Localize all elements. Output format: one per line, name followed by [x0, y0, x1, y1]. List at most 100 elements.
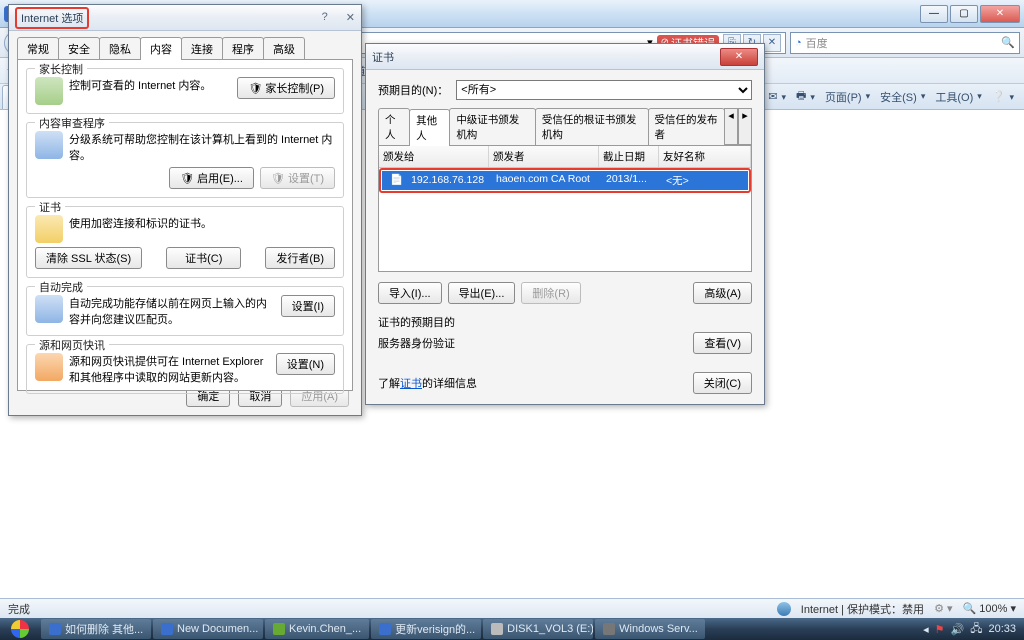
clear-ssl-button[interactable]: 清除 SSL 状态(S) — [35, 247, 142, 269]
cell-expiry: 2013/1... — [602, 173, 662, 188]
parental-control-button[interactable]: 🛡 家长控制(P) — [237, 77, 335, 99]
options-panel: 家长控制 控制可查看的 Internet 内容。 🛡 家长控制(P) 内容审查程… — [17, 59, 353, 391]
help-icon[interactable]: ? — [322, 11, 328, 24]
task-item[interactable]: 如何删除 其他... — [41, 619, 151, 639]
feeds-settings-button[interactable]: 设置(N) — [276, 353, 335, 375]
parental-icon — [35, 77, 63, 105]
search-icon[interactable]: 🔍 — [1001, 36, 1015, 49]
cert-tab-others[interactable]: 其他人 — [409, 109, 450, 146]
view-button[interactable]: 查看(V) — [693, 332, 752, 354]
delete-button[interactable]: 删除(R) — [521, 282, 580, 304]
col-friendly[interactable]: 友好名称 — [659, 146, 751, 167]
maximize-button[interactable]: ▢ — [950, 5, 978, 23]
task-label: 如何删除 其他... — [65, 621, 143, 637]
task-item[interactable]: 更新verisign的... — [371, 619, 481, 639]
col-issued-by[interactable]: 颁发者 — [489, 146, 599, 167]
tab-scroll-left[interactable]: ◂ — [724, 108, 738, 145]
globe-icon — [777, 602, 791, 616]
cert-tab-trusted-pub[interactable]: 受信任的发布者 — [648, 108, 725, 145]
group-parental: 家长控制 控制可查看的 Internet 内容。 🛡 家长控制(P) — [26, 68, 344, 114]
learn-cert-link[interactable]: 证书 — [400, 375, 422, 391]
intent-value: 服务器身份验证 — [378, 335, 455, 351]
group-feeds: 源和网页快讯 源和网页快讯提供可在 Internet Explorer 和其他程… — [26, 344, 344, 394]
tab-programs[interactable]: 程序 — [222, 37, 264, 60]
purpose-label: 预期目的(N)： — [378, 82, 448, 98]
group-title: 家长控制 — [35, 61, 87, 77]
print-button[interactable]: 🖶 — [796, 87, 815, 106]
cert-tab-personal[interactable]: 个人 — [378, 108, 410, 145]
import-button[interactable]: 导入(I)... — [378, 282, 442, 304]
window-close-button[interactable]: ✕ — [980, 5, 1020, 23]
page-menu[interactable]: 页面(P) — [825, 89, 870, 105]
minimize-button[interactable]: — — [920, 5, 948, 23]
tray-clock[interactable]: 20:33 — [988, 623, 1016, 635]
cert-tab-trusted-root[interactable]: 受信任的根证书颁发机构 — [535, 108, 649, 145]
stop-icon[interactable]: ✕ — [763, 34, 781, 52]
dialog-titlebar[interactable]: 证书 ✕ — [366, 44, 764, 70]
col-issued-to[interactable]: 颁发给 — [379, 146, 489, 167]
help-button[interactable]: ❔ — [992, 90, 1014, 103]
advanced-button[interactable]: 高级(A) — [693, 282, 752, 304]
certificates-button[interactable]: 证书(C) — [166, 247, 241, 269]
learn-post: 的详细信息 — [422, 375, 477, 391]
col-expiry[interactable]: 截止日期 — [599, 146, 659, 167]
tab-general[interactable]: 常规 — [17, 37, 59, 60]
dialog-title: Internet 选项 — [15, 7, 89, 29]
task-favicon — [379, 623, 391, 635]
search-box[interactable]: ◔ 百度 🔍 — [790, 32, 1020, 54]
group-title: 源和网页快讯 — [35, 337, 109, 353]
group-text: 分级系统可帮助您控制在该计算机上看到的 Internet 内容。 — [69, 131, 335, 163]
start-button[interactable] — [0, 618, 40, 640]
export-button[interactable]: 导出(E)... — [448, 282, 516, 304]
dialog-close-icon[interactable]: ✕ — [346, 11, 355, 24]
tab-scroll-right[interactable]: ▸ — [738, 108, 752, 145]
cert-tab-intermediate[interactable]: 中级证书颁发机构 — [449, 108, 536, 145]
task-item[interactable]: DISK1_VOL3 (E:) — [483, 619, 593, 639]
mail-button[interactable]: ✉ — [768, 90, 786, 103]
intent-label: 证书的预期目的 — [378, 314, 752, 330]
dialog-close-button[interactable]: ✕ — [720, 48, 758, 66]
tray-icon[interactable]: ◂ — [923, 623, 929, 636]
windows-orb-icon — [11, 620, 29, 638]
enable-button[interactable]: 🛡 启用(E)... — [169, 167, 254, 189]
group-title: 证书 — [35, 199, 65, 215]
autocomplete-settings-button[interactable]: 设置(I) — [281, 295, 335, 317]
cell-issued-by: haoen.com CA Root — [492, 173, 602, 188]
internet-options-dialog: Internet 选项 ? ✕ 常规 安全 隐私 内容 连接 程序 高级 家长控… — [8, 4, 362, 416]
tab-privacy[interactable]: 隐私 — [99, 37, 141, 60]
list-header: 颁发给 颁发者 截止日期 友好名称 — [379, 146, 751, 168]
purpose-select[interactable]: <所有> — [456, 80, 752, 100]
task-label: New Documen... — [177, 623, 258, 635]
tray-icon[interactable]: 🖧 — [970, 620, 982, 639]
safety-menu[interactable]: 安全(S) — [880, 89, 925, 105]
cert-row[interactable]: 📄192.168.76.128 haoen.com CA Root 2013/1… — [382, 171, 748, 190]
task-label: Windows Serv... — [619, 623, 698, 635]
tab-advanced[interactable]: 高级 — [263, 37, 305, 60]
tab-content[interactable]: 内容 — [140, 37, 182, 60]
tools-menu[interactable]: 工具(O) — [935, 89, 981, 105]
advisor-icon — [35, 131, 63, 159]
task-item[interactable]: Kevin.Chen_... — [265, 619, 369, 639]
settings-button: 🛡 设置(T) — [260, 167, 335, 189]
close-button[interactable]: 关闭(C) — [693, 372, 752, 394]
certificate-icon — [35, 215, 63, 243]
protected-mode-icon[interactable]: ⚙ ▾ — [934, 602, 952, 615]
tray-icon[interactable]: ⚑ — [935, 623, 945, 636]
tray-icon[interactable]: 🔊 — [951, 623, 965, 636]
tab-security[interactable]: 安全 — [58, 37, 100, 60]
cert-item-icon: 📄 — [386, 174, 407, 186]
status-text: 完成 — [8, 601, 30, 617]
dialog-titlebar: Internet 选项 ? ✕ — [9, 5, 361, 31]
cert-tabs: 个人 其他人 中级证书颁发机构 受信任的根证书颁发机构 受信任的发布者 ◂▸ — [378, 108, 752, 146]
task-item[interactable]: Windows Serv... — [595, 619, 705, 639]
publishers-button[interactable]: 发行者(B) — [265, 247, 335, 269]
cell-issued-to: 192.168.76.128 — [407, 174, 488, 186]
window-controls: — ▢ ✕ — [920, 5, 1020, 23]
group-title: 内容审查程序 — [35, 115, 109, 131]
dialog-body: 预期目的(N)： <所有> 个人 其他人 中级证书颁发机构 受信任的根证书颁发机… — [366, 70, 764, 402]
group-autocomplete: 自动完成 自动完成功能存储以前在网页上输入的内容并向您建议匹配页。 设置(I) — [26, 286, 344, 336]
zoom-level[interactable]: 🔍 100% ▾ — [963, 602, 1016, 615]
task-favicon — [491, 623, 503, 635]
task-item[interactable]: New Documen... — [153, 619, 263, 639]
tab-connections[interactable]: 连接 — [181, 37, 223, 60]
